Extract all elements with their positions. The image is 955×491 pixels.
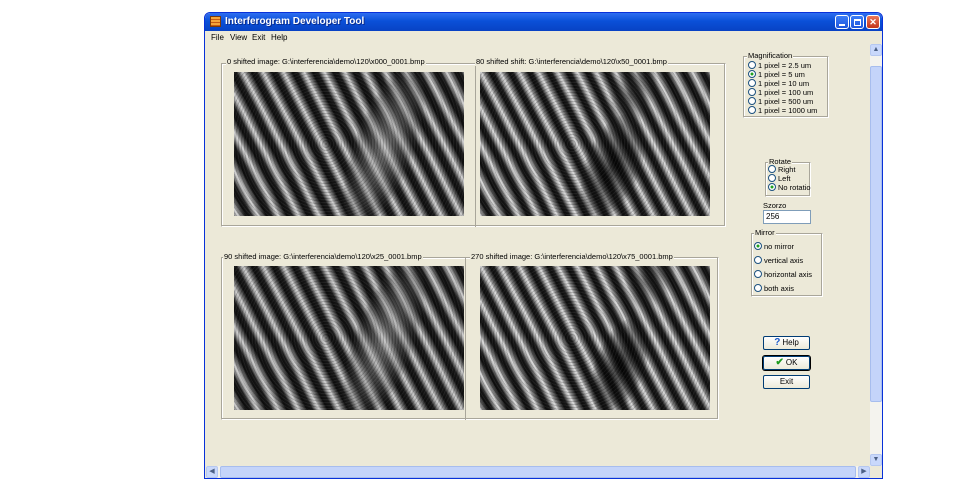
interferogram-image-0 — [234, 72, 464, 216]
rotate-option-left[interactable]: Left — [768, 174, 811, 183]
scroll-up-button[interactable]: ▲ — [870, 44, 882, 56]
rotate-option-none[interactable]: No rotation — [768, 183, 811, 192]
ok-button-label: OK — [785, 358, 798, 368]
radio-selected-icon — [754, 242, 762, 250]
exit-button[interactable]: Exit — [763, 375, 810, 389]
radio-icon — [748, 97, 756, 105]
ok-button[interactable]: ✔ OK — [763, 356, 810, 370]
maximize-button[interactable] — [850, 15, 864, 29]
scroll-left-button[interactable]: ◀ — [206, 466, 218, 478]
menu-file[interactable]: File — [211, 33, 224, 42]
radio-icon — [768, 174, 776, 182]
radio-icon — [748, 88, 756, 96]
image-caption-0: 0 shifted image: G:\interferencia\demo\1… — [226, 57, 426, 66]
question-mark-icon: ? — [774, 337, 781, 348]
radio-icon — [768, 165, 776, 173]
radio-icon — [748, 79, 756, 87]
scroll-down-button[interactable]: ▼ — [870, 454, 882, 466]
rotate-option-right[interactable]: Right — [768, 165, 811, 174]
close-icon: ✕ — [869, 17, 877, 27]
radio-icon — [754, 284, 762, 292]
image-caption-1: 80 shifted shift: G:\interferencia\demo\… — [475, 57, 668, 66]
radio-icon — [754, 270, 762, 278]
help-button[interactable]: ? Help — [763, 336, 810, 350]
menu-exit[interactable]: Exit — [252, 33, 265, 42]
vertical-scrollbar[interactable]: ▲ ▼ — [870, 44, 882, 466]
maximize-icon — [854, 19, 861, 26]
top-images-divider — [475, 63, 476, 227]
minimize-button[interactable] — [835, 15, 849, 29]
chevron-right-icon: ▶ — [861, 468, 867, 475]
image-caption-3: 270 shifted image: G:\interferencia\demo… — [470, 252, 674, 261]
interferogram-image-2 — [234, 266, 464, 410]
app-window: Interferogram Developer Tool ✕ File View… — [204, 12, 883, 479]
bottom-images-divider — [465, 257, 466, 420]
exit-button-label: Exit — [779, 377, 794, 386]
interferogram-image-1 — [480, 72, 710, 216]
horizontal-scrollbar[interactable]: ◀ ▶ — [206, 466, 870, 478]
interferogram-image-3 — [480, 266, 710, 410]
radio-icon — [748, 61, 756, 69]
magnification-title: Magnification — [747, 51, 794, 60]
menu-view[interactable]: View — [230, 33, 247, 42]
app-icon — [210, 16, 221, 27]
menu-help[interactable]: Help — [271, 33, 287, 42]
szorzo-input[interactable]: 256 — [763, 210, 811, 224]
scroll-right-button[interactable]: ▶ — [858, 466, 870, 478]
help-button-label: Help — [782, 338, 799, 348]
minimize-icon — [839, 24, 845, 26]
menu-bar: File View Exit Help — [205, 31, 882, 43]
szorzo-label: Szorzo — [763, 201, 787, 210]
chevron-up-icon: ▲ — [872, 46, 880, 53]
green-check-icon: ✔ — [775, 357, 784, 368]
window-title: Interferogram Developer Tool — [225, 16, 365, 27]
radio-icon — [754, 256, 762, 264]
close-button[interactable]: ✕ — [866, 15, 880, 29]
image-caption-2: 90 shifted image: G:\interferencia\demo\… — [223, 252, 423, 261]
chevron-down-icon: ▼ — [872, 456, 880, 463]
vertical-scroll-thumb[interactable] — [870, 66, 882, 402]
horizontal-scroll-thumb[interactable] — [220, 466, 856, 478]
client-area: 0 shifted image: G:\interferencia\demo\1… — [206, 44, 869, 466]
radio-selected-icon — [768, 183, 776, 191]
radio-icon — [748, 106, 756, 114]
title-bar[interactable]: Interferogram Developer Tool ✕ — [205, 13, 882, 31]
mirror-title: Mirror — [754, 228, 776, 237]
chevron-left-icon: ◀ — [209, 468, 215, 475]
radio-selected-icon — [748, 70, 756, 78]
